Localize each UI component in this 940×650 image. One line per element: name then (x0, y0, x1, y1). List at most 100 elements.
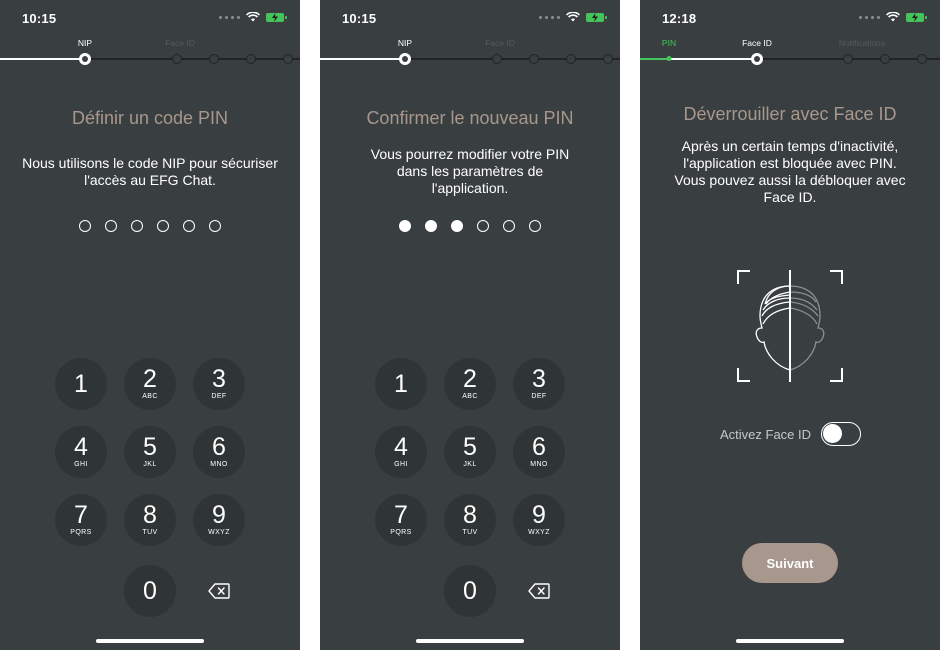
key-letters: JKL (143, 461, 157, 468)
stepper-track-pending (405, 58, 620, 60)
status-time: 12:18 (662, 11, 697, 26)
home-indicator (416, 639, 524, 643)
pin-dot (209, 220, 221, 232)
key-digit: 5 (143, 433, 157, 461)
key-1[interactable]: 1 (55, 358, 107, 410)
key-4[interactable]: 4 GHI (375, 426, 427, 478)
key-6[interactable]: 6 MNO (513, 426, 565, 478)
signal-dots-icon (539, 15, 560, 19)
face-id-screen: 12:18 PIN Face ID Notifications Déverrou… (640, 0, 940, 650)
pin-dot (105, 220, 117, 232)
key-digit: 0 (143, 577, 157, 605)
stepper-track-done (320, 58, 405, 60)
step-node (880, 54, 890, 64)
pin-dot (399, 220, 411, 232)
key-6[interactable]: 6 MNO (193, 426, 245, 478)
key-letters: DEF (211, 393, 227, 400)
key-9[interactable]: 9 WXYZ (193, 494, 245, 546)
wifi-icon (886, 12, 900, 22)
key-digit: 2 (463, 365, 477, 393)
key-3[interactable]: 3 DEF (193, 358, 245, 410)
step-node (603, 54, 613, 64)
step-node-current (751, 53, 763, 65)
key-letters: GHI (74, 461, 88, 468)
key-7[interactable]: 7 PQRS (375, 494, 427, 546)
step-node (529, 54, 539, 64)
key-letters: JKL (463, 461, 477, 468)
face-id-toggle[interactable] (821, 422, 862, 446)
key-8[interactable]: 8 TUV (444, 494, 496, 546)
progress-stepper: PIN Face ID Notifications (640, 36, 940, 66)
key-4[interactable]: 4 GHI (55, 426, 107, 478)
step-label-pin: PIN (661, 38, 677, 48)
face-id-icon (737, 270, 843, 382)
status-icons (859, 12, 927, 22)
page-description: Après un certain temps d'inactivité, l'a… (674, 138, 906, 205)
step-label-nip: NIP (77, 38, 93, 48)
pin-dot (131, 220, 143, 232)
key-digit: 0 (463, 577, 477, 605)
key-digit: 9 (212, 501, 226, 529)
clear-button[interactable] (513, 565, 565, 617)
key-letters: WXYZ (208, 529, 230, 536)
key-2[interactable]: 2 ABC (124, 358, 176, 410)
pin-dot (157, 220, 169, 232)
key-letters: GHI (394, 461, 408, 468)
step-node (172, 54, 182, 64)
step-node (209, 54, 219, 64)
key-5[interactable]: 5 JKL (124, 426, 176, 478)
page-title: Définir un code PIN (71, 108, 229, 128)
key-digit: 6 (212, 433, 226, 461)
stepper-track-pending (85, 58, 300, 60)
key-5[interactable]: 5 JKL (444, 426, 496, 478)
step-node (566, 54, 576, 64)
battery-charging-icon (586, 12, 607, 22)
key-letters: DEF (531, 393, 547, 400)
step-node (246, 54, 256, 64)
signal-dots-icon (859, 15, 880, 19)
step-node (917, 54, 927, 64)
key-8[interactable]: 8 TUV (124, 494, 176, 546)
toggle-label: Activez Face ID (720, 426, 812, 442)
key-letters: MNO (530, 461, 548, 468)
backspace-icon (208, 583, 230, 599)
step-label-notifications: Notifications (838, 38, 886, 48)
pin-indicator (0, 220, 300, 232)
key-digit: 8 (463, 501, 477, 529)
step-node-complete (666, 56, 672, 61)
key-9[interactable]: 9 WXYZ (513, 494, 565, 546)
key-letters: ABC (462, 393, 478, 400)
key-2[interactable]: 2 ABC (444, 358, 496, 410)
home-indicator (736, 639, 844, 643)
step-node (843, 54, 853, 64)
step-node-current (399, 53, 411, 65)
key-7[interactable]: 7 PQRS (55, 494, 107, 546)
pin-setup-screen: 10:15 NIP Face ID Définir un code PIN No… (0, 0, 300, 650)
pin-confirm-screen: 10:15 NIP Face ID Confirmer le nouveau P… (320, 0, 620, 650)
page-title: Confirmer le nouveau PIN (366, 108, 574, 128)
page-description: Nous utilisons le code NIP pour sécurise… (22, 155, 278, 188)
step-label-face-id: Face ID (485, 38, 515, 48)
step-node-current (79, 53, 91, 65)
key-letters: PQRS (390, 529, 412, 536)
backspace-icon (528, 583, 550, 599)
stepper-track-complete (640, 58, 669, 60)
key-1[interactable]: 1 (375, 358, 427, 410)
pin-indicator (320, 220, 620, 232)
status-time: 10:15 (22, 11, 57, 26)
key-digit: 3 (532, 365, 546, 393)
key-3[interactable]: 3 DEF (513, 358, 565, 410)
battery-charging-icon (266, 12, 287, 22)
key-letters: TUV (462, 529, 478, 536)
page-description: Vous pourrez modifier votre PIN dans les… (370, 146, 570, 196)
key-0[interactable]: 0 (124, 565, 176, 617)
status-icons (539, 12, 607, 22)
stepper-track-done (0, 58, 85, 60)
key-digit: 4 (74, 433, 88, 461)
next-button[interactable]: Suivant (742, 543, 838, 583)
key-digit: 2 (143, 365, 157, 393)
key-0[interactable]: 0 (444, 565, 496, 617)
pin-dot (79, 220, 91, 232)
pin-dot (451, 220, 463, 232)
clear-button[interactable] (193, 565, 245, 617)
